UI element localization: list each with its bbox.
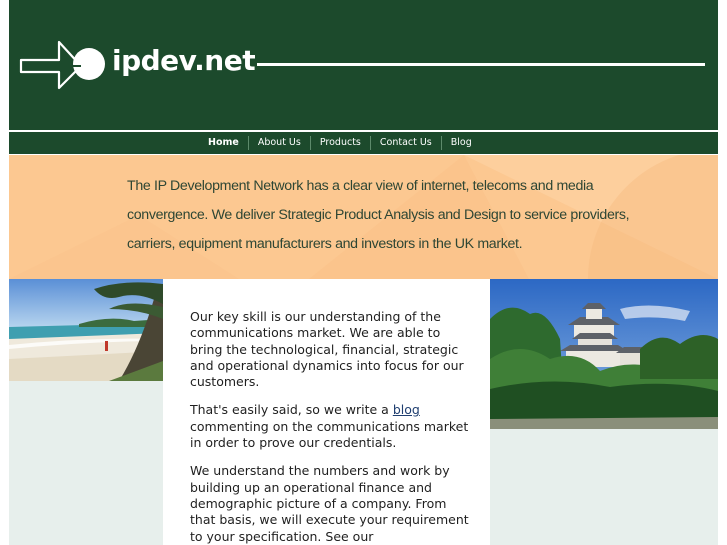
castle-photo: [490, 279, 718, 429]
intro-banner: The IP Development Network has a clear v…: [9, 155, 718, 279]
paragraph-blog: That's easily said, so we write a blog c…: [190, 402, 470, 451]
nav-items: Home About Us Products Contact Us Blog: [199, 132, 481, 154]
header-rule: [257, 63, 705, 66]
main-content-column: Our key skill is our understanding of th…: [163, 279, 490, 545]
site-header: ipdev.net: [9, 0, 718, 130]
beach-photo: [9, 279, 163, 381]
main-nav: Home About Us Products Contact Us Blog: [9, 132, 718, 154]
nav-contact-us[interactable]: Contact Us: [369, 136, 441, 150]
paragraph-blog-text-before: That's easily said, so we write a: [190, 402, 393, 418]
blog-link[interactable]: blog: [393, 402, 420, 417]
paragraph-blog-text-after: commenting on the communications market …: [190, 418, 469, 451]
arrow-logo-icon[interactable]: [19, 40, 109, 92]
left-column: [9, 279, 163, 545]
nav-blog[interactable]: Blog: [440, 136, 481, 150]
nav-products[interactable]: Products: [309, 136, 370, 150]
nav-home[interactable]: Home: [199, 136, 248, 150]
right-column: [490, 279, 718, 545]
main-content: Our key skill is our understanding of th…: [190, 309, 470, 545]
paragraph-key-skill: Our key skill is our understanding of th…: [190, 309, 464, 390]
page-frame: ipdev.net Home About Us Products Contact…: [9, 0, 718, 545]
nav-about-us[interactable]: About Us: [247, 136, 310, 150]
banner-text: The IP Development Network has a clear v…: [127, 178, 630, 252]
paragraph-numbers: We understand the numbers and work by bu…: [190, 463, 469, 544]
brand-name[interactable]: ipdev.net: [112, 44, 256, 77]
